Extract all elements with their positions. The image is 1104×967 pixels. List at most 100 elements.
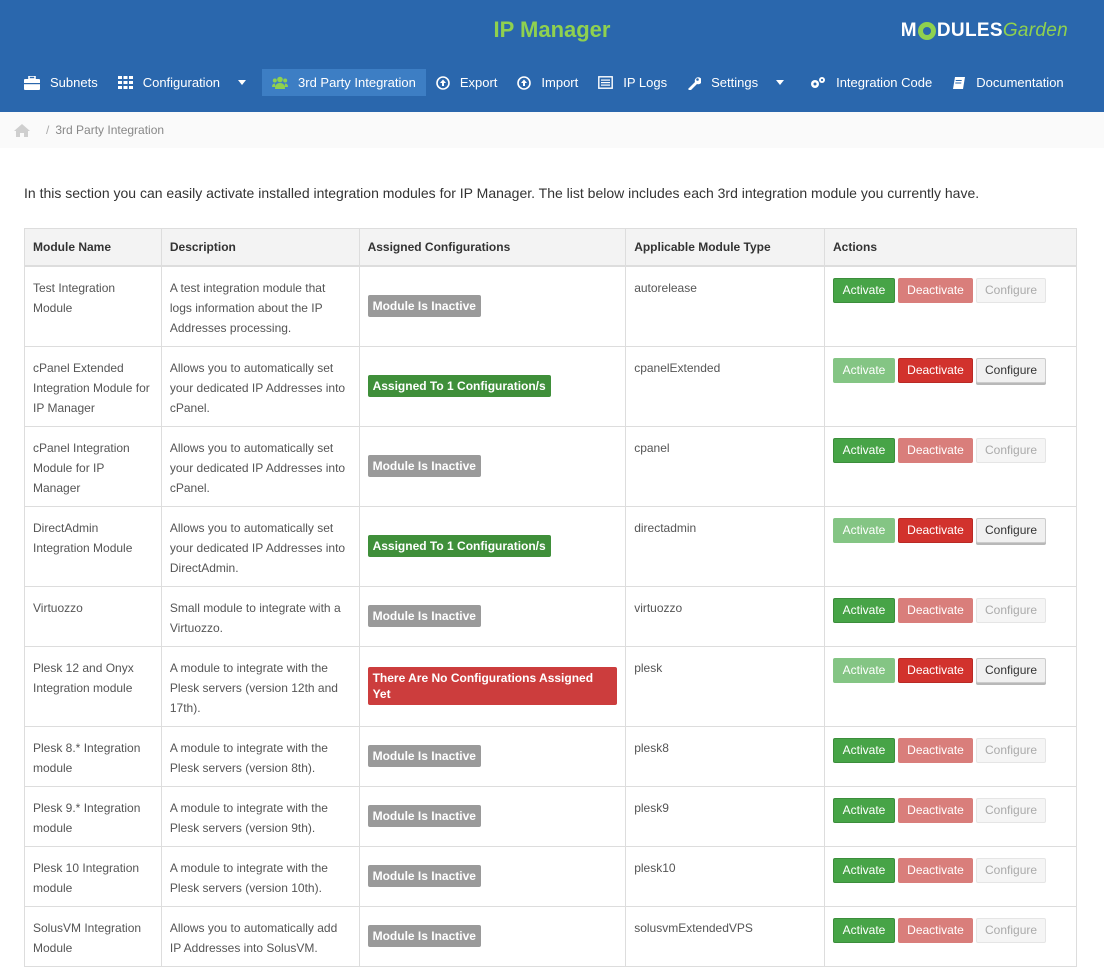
deactivate-button[interactable]: Deactivate xyxy=(898,657,974,683)
status-badge: Module Is Inactive xyxy=(367,605,481,627)
deactivate-button[interactable]: Deactivate xyxy=(898,917,974,943)
assigned-config-cell: Assigned To 1 Configuration/s xyxy=(358,345,627,427)
assigned-config-cell: Assigned To 1 Configuration/s xyxy=(358,505,627,587)
deactivate-button[interactable]: Deactivate xyxy=(898,517,974,543)
activate-button[interactable]: Activate xyxy=(833,517,896,543)
status-badge: Assigned To 1 Configuration/s xyxy=(367,535,551,557)
nav-import[interactable]: Import xyxy=(507,69,588,96)
integration-modules-table: Module Name Description Assigned Configu… xyxy=(24,228,1077,967)
description-cell: Allows you to automatically add IP Addre… xyxy=(160,905,360,967)
module-name-cell: Plesk 10 Integration module xyxy=(24,845,162,907)
actions-cell: Activate Deactivate Configure xyxy=(824,425,1077,507)
actions-cell: Activate Deactivate Configure xyxy=(824,265,1077,347)
actions-cell: Activate Deactivate Configure xyxy=(824,645,1077,727)
description-cell: A module to integrate with the Plesk ser… xyxy=(160,845,360,907)
actions-cell: Activate Deactivate Configure xyxy=(824,845,1077,907)
users-icon xyxy=(272,76,289,89)
configure-button[interactable]: Configure xyxy=(976,657,1047,683)
configure-button[interactable]: Configure xyxy=(976,737,1047,763)
activate-button[interactable]: Activate xyxy=(833,917,896,943)
export-icon xyxy=(436,75,450,90)
module-type-cell: cpanel xyxy=(625,425,826,507)
breadcrumb-separator: / xyxy=(46,123,50,137)
deactivate-button[interactable]: Deactivate xyxy=(898,797,974,823)
module-type-cell: plesk8 xyxy=(625,725,826,787)
activate-button[interactable]: Activate xyxy=(833,737,896,763)
description-cell: Allows you to automatically set your ded… xyxy=(160,425,360,507)
nav-subnets[interactable]: Subnets xyxy=(14,69,108,96)
activate-button[interactable]: Activate xyxy=(833,277,896,303)
description-cell: A module to integrate with the Plesk ser… xyxy=(160,645,360,727)
actions-cell: Activate Deactivate Configure xyxy=(824,345,1077,427)
module-type-cell: directadmin xyxy=(625,505,826,587)
table-row: DirectAdmin Integration Module Allows you… xyxy=(24,505,1077,587)
table-row: Plesk 12 and Onyx Integration module A mo… xyxy=(24,645,1077,727)
assigned-config-cell: Module Is Inactive xyxy=(358,845,627,907)
description-cell: Allows you to automatically set your ded… xyxy=(160,345,360,427)
chevron-down-icon xyxy=(776,80,785,85)
configure-button[interactable]: Configure xyxy=(976,797,1047,823)
nav-3rd-party-integration[interactable]: 3rd Party Integration xyxy=(262,69,426,96)
col-actions: Actions xyxy=(824,228,1077,267)
assigned-config-cell: Module Is Inactive xyxy=(358,905,627,967)
deactivate-button[interactable]: Deactivate xyxy=(898,357,974,383)
configure-button[interactable]: Configure xyxy=(976,917,1047,943)
activate-button[interactable]: Activate xyxy=(833,357,896,383)
nav-documentation[interactable]: Documentation xyxy=(942,69,1073,96)
table-header-row: Module Name Description Assigned Configu… xyxy=(24,228,1077,267)
actions-cell: Activate Deactivate Configure xyxy=(824,905,1077,967)
nav-integration-code[interactable]: Integration Code xyxy=(800,69,942,96)
configure-button[interactable]: Configure xyxy=(976,517,1047,543)
module-type-cell: autorelease xyxy=(625,265,826,347)
activate-button[interactable]: Activate xyxy=(833,657,896,683)
status-badge: Module Is Inactive xyxy=(367,295,481,317)
activate-button[interactable]: Activate xyxy=(833,857,896,883)
configure-button[interactable]: Configure xyxy=(976,277,1047,303)
nav-settings[interactable]: Settings xyxy=(677,69,794,96)
import-icon xyxy=(517,75,532,90)
module-name-cell: Test Integration Module xyxy=(24,265,162,347)
status-badge: There Are No Configurations Assigned Yet xyxy=(367,667,618,705)
book-icon xyxy=(952,76,966,90)
assigned-config-cell: Module Is Inactive xyxy=(358,585,627,647)
module-name-cell: cPanel Integration Module for IP Manager xyxy=(24,425,162,507)
deactivate-button[interactable]: Deactivate xyxy=(898,597,974,623)
nav-export[interactable]: Export xyxy=(426,69,508,96)
actions-cell: Activate Deactivate Configure xyxy=(824,725,1077,787)
configure-button[interactable]: Configure xyxy=(976,857,1047,883)
grid-icon xyxy=(117,76,133,89)
actions-cell: Activate Deactivate Configure xyxy=(824,505,1077,587)
deactivate-button[interactable]: Deactivate xyxy=(898,437,974,463)
activate-button[interactable]: Activate xyxy=(833,597,896,623)
assigned-config-cell: Module Is Inactive xyxy=(358,425,627,507)
nav-ip-logs[interactable]: IP Logs xyxy=(588,69,677,96)
description-cell: Allows you to automatically set your ded… xyxy=(160,505,360,587)
module-name-cell: Plesk 8.* Integration module xyxy=(24,725,162,787)
activate-button[interactable]: Activate xyxy=(833,437,896,463)
briefcase-icon xyxy=(24,75,40,90)
col-assigned-configurations: Assigned Configurations xyxy=(358,228,627,267)
module-name-cell: DirectAdmin Integration Module xyxy=(24,505,162,587)
module-name-cell: SolusVM Integration Module xyxy=(24,905,162,967)
wrench-icon xyxy=(687,76,702,90)
deactivate-button[interactable]: Deactivate xyxy=(898,277,974,303)
status-badge: Assigned To 1 Configuration/s xyxy=(367,375,551,397)
home-icon[interactable] xyxy=(14,123,30,137)
module-type-cell: plesk10 xyxy=(625,845,826,907)
configure-button[interactable]: Configure xyxy=(976,357,1047,383)
modulesgarden-logo[interactable]: M DULES Garden xyxy=(901,20,1068,42)
main-nav: Subnets Configuration 3rd Party Integrat… xyxy=(14,69,1074,96)
table-row: cPanel Extended Integration Module for I… xyxy=(24,345,1077,427)
cogs-icon xyxy=(810,76,826,90)
deactivate-button[interactable]: Deactivate xyxy=(898,857,974,883)
status-badge: Module Is Inactive xyxy=(367,925,481,947)
actions-cell: Activate Deactivate Configure xyxy=(824,585,1077,647)
configure-button[interactable]: Configure xyxy=(976,437,1047,463)
logo-o-icon xyxy=(917,22,936,40)
module-type-cell: plesk9 xyxy=(625,785,826,847)
deactivate-button[interactable]: Deactivate xyxy=(898,737,974,763)
configure-button[interactable]: Configure xyxy=(976,597,1047,623)
status-badge: Module Is Inactive xyxy=(367,805,481,827)
nav-configuration[interactable]: Configuration xyxy=(108,69,256,96)
activate-button[interactable]: Activate xyxy=(833,797,896,823)
